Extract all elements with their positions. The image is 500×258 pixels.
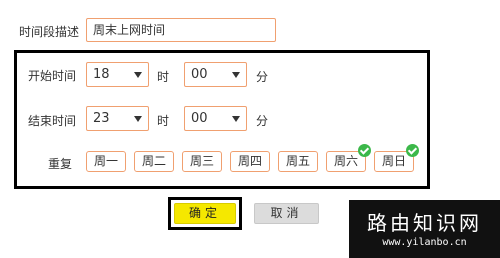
- day-toggle-thu[interactable]: 周四: [230, 151, 270, 172]
- end-minute-select[interactable]: 00: [184, 106, 247, 131]
- day-toggle-mon[interactable]: 周一: [86, 151, 126, 172]
- start-hour-select[interactable]: 18: [86, 62, 149, 87]
- day-toggle-sat[interactable]: 周六: [326, 144, 371, 172]
- day-label: 周四: [237, 154, 262, 168]
- day-label: 周三: [189, 154, 214, 168]
- end-time-label: 结束时间: [28, 114, 77, 128]
- day-label: 周一: [93, 154, 118, 168]
- day-toggle-sun[interactable]: 周日: [374, 144, 419, 172]
- start-hour-unit: 时: [157, 70, 170, 84]
- end-minute-value: 00: [191, 111, 208, 126]
- cancel-button[interactable]: 取消: [254, 203, 319, 224]
- end-hour-select[interactable]: 23: [86, 106, 149, 131]
- day-label: 周五: [285, 154, 310, 168]
- check-icon: [358, 144, 371, 157]
- end-hour-value: 23: [93, 111, 110, 126]
- chevron-down-icon: [232, 72, 240, 78]
- time-period-desc-input[interactable]: 周末上网时间: [86, 18, 276, 42]
- check-icon: [406, 144, 419, 157]
- chevron-down-icon: [134, 72, 142, 78]
- day-label: 周日: [381, 154, 406, 168]
- start-minute-value: 00: [191, 67, 208, 82]
- ok-button[interactable]: 确定: [174, 203, 236, 224]
- day-toggle-tue[interactable]: 周二: [134, 151, 174, 172]
- day-label: 周六: [333, 154, 358, 168]
- watermark-url: www.yilanbo.cn: [382, 237, 467, 248]
- start-minute-select[interactable]: 00: [184, 62, 247, 87]
- end-minute-unit: 分: [256, 114, 269, 128]
- day-toggle-fri[interactable]: 周五: [278, 151, 318, 172]
- day-toggle-wed[interactable]: 周三: [182, 151, 222, 172]
- chevron-down-icon: [134, 116, 142, 122]
- day-label: 周二: [141, 154, 166, 168]
- repeat-label: 重复: [48, 157, 73, 171]
- watermark: 路由知识网 www.yilanbo.cn: [349, 200, 500, 258]
- start-time-label: 开始时间: [28, 69, 77, 83]
- end-hour-unit: 时: [157, 114, 170, 128]
- watermark-title: 路由知识网: [367, 211, 482, 235]
- start-hour-value: 18: [93, 67, 110, 82]
- chevron-down-icon: [232, 116, 240, 122]
- start-minute-unit: 分: [256, 70, 269, 84]
- time-period-desc-label: 时间段描述: [19, 25, 80, 39]
